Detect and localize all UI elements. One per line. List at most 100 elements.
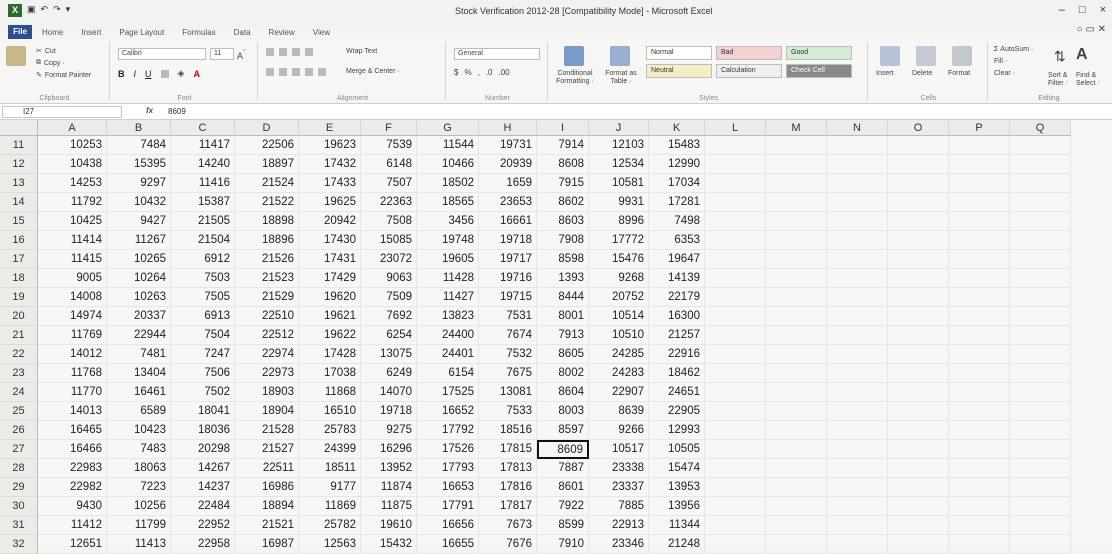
cell-f17[interactable]: 23072 <box>361 250 417 269</box>
cell-n19[interactable] <box>827 288 888 307</box>
cell-i20[interactable]: 8001 <box>537 307 589 326</box>
row-header[interactable]: 12 <box>0 155 38 174</box>
cell-l32[interactable] <box>705 535 766 554</box>
cell-k28[interactable]: 15474 <box>649 459 705 478</box>
row-header[interactable]: 26 <box>0 421 38 440</box>
tab-view[interactable]: View <box>313 28 330 37</box>
cell-q27[interactable] <box>1010 440 1071 459</box>
qat-dropdown-icon[interactable]: ▾ <box>66 4 71 17</box>
cell-i18[interactable]: 1393 <box>537 269 589 288</box>
cell-c12[interactable]: 14240 <box>171 155 235 174</box>
column-header-q[interactable]: Q <box>1010 120 1071 136</box>
formula-input[interactable]: 8609 <box>168 107 186 116</box>
cell-p29[interactable] <box>949 478 1010 497</box>
cell-p23[interactable] <box>949 364 1010 383</box>
cell-e14[interactable]: 19625 <box>299 193 361 212</box>
cell-h11[interactable]: 19731 <box>479 136 537 155</box>
cell-p31[interactable] <box>949 516 1010 535</box>
row-header[interactable]: 25 <box>0 402 38 421</box>
cell-p27[interactable] <box>949 440 1010 459</box>
cell-e13[interactable]: 17433 <box>299 174 361 193</box>
cell-o25[interactable] <box>888 402 949 421</box>
cell-g26[interactable]: 17792 <box>417 421 479 440</box>
cell-i14[interactable]: 8602 <box>537 193 589 212</box>
cell-n14[interactable] <box>827 193 888 212</box>
cell-n15[interactable] <box>827 212 888 231</box>
cell-g12[interactable]: 10466 <box>417 155 479 174</box>
cell-n31[interactable] <box>827 516 888 535</box>
tab-file[interactable]: File <box>8 25 32 39</box>
cell-a30[interactable]: 9430 <box>38 497 107 516</box>
cell-k11[interactable]: 15483 <box>649 136 705 155</box>
cell-f16[interactable]: 15085 <box>361 231 417 250</box>
cell-p17[interactable] <box>949 250 1010 269</box>
cell-j22[interactable]: 24285 <box>589 345 649 364</box>
tab-home[interactable]: Home <box>42 28 63 37</box>
cell-f12[interactable]: 6148 <box>361 155 417 174</box>
cell-c28[interactable]: 14267 <box>171 459 235 478</box>
cell-m18[interactable] <box>766 269 827 288</box>
column-header-k[interactable]: K <box>649 120 705 136</box>
cell-d20[interactable]: 22510 <box>235 307 299 326</box>
cell-p32[interactable] <box>949 535 1010 554</box>
cell-c31[interactable]: 22952 <box>171 516 235 535</box>
cell-p26[interactable] <box>949 421 1010 440</box>
style-check-cell[interactable]: Check Cell <box>786 64 852 78</box>
row-header[interactable]: 11 <box>0 136 38 155</box>
cell-m28[interactable] <box>766 459 827 478</box>
row-header[interactable]: 16 <box>0 231 38 250</box>
cell-i25[interactable]: 8003 <box>537 402 589 421</box>
select-all-corner[interactable] <box>0 120 38 136</box>
tab-insert[interactable]: Insert <box>81 28 101 37</box>
align-middle-icon[interactable] <box>279 48 287 56</box>
cell-k21[interactable]: 21257 <box>649 326 705 345</box>
cell-c20[interactable]: 6913 <box>171 307 235 326</box>
maximize-button[interactable]: □ <box>1079 4 1086 16</box>
cell-a29[interactable]: 22982 <box>38 478 107 497</box>
cell-i29[interactable]: 8601 <box>537 478 589 497</box>
cell-l21[interactable] <box>705 326 766 345</box>
cell-q30[interactable] <box>1010 497 1071 516</box>
cell-b26[interactable]: 10423 <box>107 421 171 440</box>
cell-i23[interactable]: 8002 <box>537 364 589 383</box>
cell-i31[interactable]: 8599 <box>537 516 589 535</box>
font-color-icon[interactable]: A <box>193 69 200 79</box>
cell-k17[interactable]: 19647 <box>649 250 705 269</box>
cell-n17[interactable] <box>827 250 888 269</box>
cell-j31[interactable]: 22913 <box>589 516 649 535</box>
cell-e26[interactable]: 25783 <box>299 421 361 440</box>
style-calculation[interactable]: Calculation <box>716 64 782 78</box>
cell-c18[interactable]: 7503 <box>171 269 235 288</box>
cell-e30[interactable]: 11869 <box>299 497 361 516</box>
cell-i30[interactable]: 7922 <box>537 497 589 516</box>
cell-f14[interactable]: 22363 <box>361 193 417 212</box>
row-header[interactable]: 13 <box>0 174 38 193</box>
save-icon[interactable]: ▣ <box>27 4 36 17</box>
cell-p15[interactable] <box>949 212 1010 231</box>
grow-font-icon[interactable]: Aˆ <box>237 48 246 61</box>
cell-c23[interactable]: 7506 <box>171 364 235 383</box>
cell-g21[interactable]: 24400 <box>417 326 479 345</box>
cell-e28[interactable]: 18511 <box>299 459 361 478</box>
cell-o21[interactable] <box>888 326 949 345</box>
cell-o30[interactable] <box>888 497 949 516</box>
cell-j23[interactable]: 24283 <box>589 364 649 383</box>
cell-o15[interactable] <box>888 212 949 231</box>
cell-e27[interactable]: 24399 <box>299 440 361 459</box>
cell-f26[interactable]: 9275 <box>361 421 417 440</box>
cell-n13[interactable] <box>827 174 888 193</box>
cell-d24[interactable]: 18903 <box>235 383 299 402</box>
cell-e20[interactable]: 19621 <box>299 307 361 326</box>
cell-d16[interactable]: 18896 <box>235 231 299 250</box>
cell-a20[interactable]: 14974 <box>38 307 107 326</box>
delete-cells-icon[interactable] <box>916 46 936 66</box>
cell-h16[interactable]: 19718 <box>479 231 537 250</box>
cell-h25[interactable]: 7533 <box>479 402 537 421</box>
cell-i22[interactable]: 8605 <box>537 345 589 364</box>
cell-c22[interactable]: 7247 <box>171 345 235 364</box>
cell-q23[interactable] <box>1010 364 1071 383</box>
cell-i16[interactable]: 7908 <box>537 231 589 250</box>
cell-c29[interactable]: 14237 <box>171 478 235 497</box>
cell-d31[interactable]: 21521 <box>235 516 299 535</box>
cell-b19[interactable]: 10263 <box>107 288 171 307</box>
